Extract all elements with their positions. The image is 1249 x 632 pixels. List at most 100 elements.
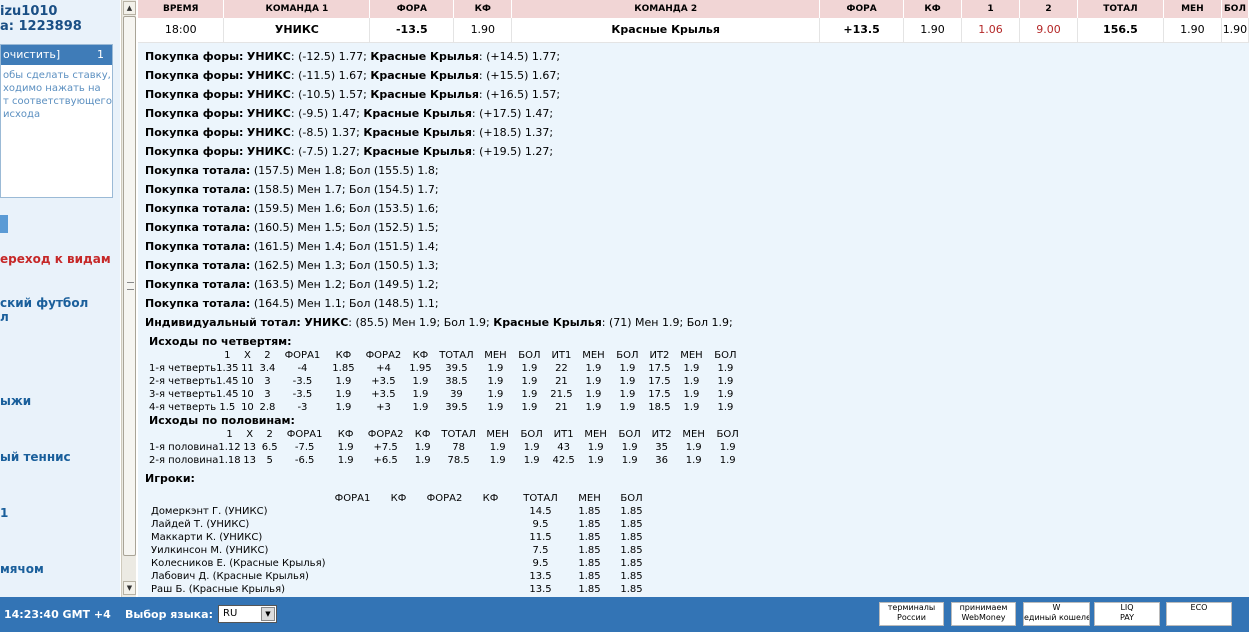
total-line[interactable]: Покупка тотала: (161.5) Мен 1.4; Бол (15… <box>145 237 1249 256</box>
coupon-submit-button[interactable] <box>0 215 8 233</box>
grid-cell[interactable]: 1.9 <box>515 454 549 467</box>
grid-cell[interactable]: 35 <box>647 441 677 454</box>
grid-cell[interactable]: -3.5 <box>278 375 326 388</box>
sidebar-link[interactable]: л <box>0 310 9 324</box>
grid-cell[interactable]: 1.9 <box>674 401 708 414</box>
grid-cell[interactable]: 1.9 <box>326 388 360 401</box>
grid-cell[interactable]: 1.85 <box>608 583 656 596</box>
grid-cell[interactable]: 1.9 <box>409 441 437 454</box>
grid-cell[interactable]: 1.9 <box>674 375 708 388</box>
sidebar-link[interactable]: 1 <box>0 506 8 520</box>
grid-cell[interactable] <box>418 531 472 544</box>
total-line[interactable]: Покупка тотала: (157.5) Мен 1.8; Бол (15… <box>145 161 1249 180</box>
match-cell[interactable]: 1.90 <box>1221 18 1249 43</box>
grid-cell[interactable]: 1.5 <box>216 401 238 414</box>
grid-cell[interactable]: 39.5 <box>434 401 478 414</box>
wallet-logo[interactable]: Wединый кошелек <box>1023 602 1090 626</box>
grid-cell[interactable]: 1.9 <box>478 388 512 401</box>
grid-cell[interactable]: 1.9 <box>613 454 647 467</box>
grid-cell[interactable]: 1.9 <box>478 401 512 414</box>
grid-cell[interactable]: 1.9 <box>406 375 434 388</box>
grid-cell[interactable]: 1.45 <box>216 375 238 388</box>
grid-cell[interactable] <box>380 557 418 570</box>
grid-cell[interactable]: 1.9 <box>610 375 644 388</box>
grid-cell[interactable]: 1.9 <box>326 401 360 414</box>
total-line[interactable]: Покупка тотала: (160.5) Мен 1.5; Бол (15… <box>145 218 1249 237</box>
grid-cell[interactable] <box>326 518 380 531</box>
match-cell[interactable]: 9.00 <box>1019 18 1078 43</box>
grid-cell[interactable]: 1.35 <box>216 362 238 375</box>
grid-cell[interactable]: 1.9 <box>677 454 711 467</box>
grid-cell[interactable]: 1.9 <box>478 375 512 388</box>
grid-cell[interactable] <box>418 557 472 570</box>
total-line[interactable]: Покупка тотала: (162.5) Мен 1.3; Бол (15… <box>145 256 1249 275</box>
grid-cell[interactable]: 21 <box>546 375 576 388</box>
sidebar-link[interactable]: ыжи <box>0 394 31 408</box>
grid-cell[interactable]: 11.5 <box>510 531 572 544</box>
grid-cell[interactable]: 1.9 <box>512 401 546 414</box>
grid-cell[interactable] <box>472 583 510 596</box>
grid-cell[interactable]: 13 <box>241 454 259 467</box>
grid-cell[interactable]: 3 <box>256 375 278 388</box>
grid-cell[interactable]: 13 <box>241 441 259 454</box>
grid-cell[interactable]: +3 <box>360 401 406 414</box>
grid-cell[interactable] <box>326 570 380 583</box>
match-cell[interactable]: +13.5 <box>819 18 905 43</box>
grid-cell[interactable]: 11 <box>238 362 256 375</box>
grid-cell[interactable]: 1.9 <box>478 362 512 375</box>
grid-cell[interactable] <box>418 518 472 531</box>
grid-cell[interactable]: 1.9 <box>576 388 610 401</box>
grid-cell[interactable]: 1.85 <box>608 505 656 518</box>
grid-cell[interactable]: 10 <box>238 375 256 388</box>
grid-cell[interactable]: 1.9 <box>515 441 549 454</box>
grid-cell[interactable]: 2.8 <box>256 401 278 414</box>
grid-cell[interactable]: 1.45 <box>216 388 238 401</box>
grid-cell[interactable]: 1.9 <box>512 375 546 388</box>
grid-cell[interactable]: 3.4 <box>256 362 278 375</box>
grid-cell[interactable]: 1.9 <box>610 388 644 401</box>
grid-cell[interactable]: 17.5 <box>644 375 674 388</box>
grid-cell[interactable] <box>326 505 380 518</box>
grid-cell[interactable]: 78 <box>437 441 481 454</box>
grid-cell[interactable] <box>418 544 472 557</box>
grid-cell[interactable]: 43 <box>549 441 579 454</box>
grid-cell[interactable]: 1.9 <box>708 375 742 388</box>
grid-cell[interactable]: 1.9 <box>579 441 613 454</box>
grid-cell[interactable]: 1.9 <box>329 441 363 454</box>
grid-cell[interactable]: 13.5 <box>510 583 572 596</box>
handicap-line[interactable]: Покупка форы: УНИКС: (-7.5) 1.27; Красны… <box>145 142 1249 161</box>
grid-cell[interactable]: 1.9 <box>708 401 742 414</box>
grid-cell[interactable]: 7.5 <box>510 544 572 557</box>
liqpay-logo[interactable]: LIQ PAY <box>1094 602 1160 626</box>
grid-cell[interactable]: 1.85 <box>608 544 656 557</box>
handicap-line[interactable]: Покупка форы: УНИКС: (-11.5) 1.67; Красн… <box>145 66 1249 85</box>
handicap-line[interactable]: Покупка форы: УНИКС: (-10.5) 1.57; Красн… <box>145 85 1249 104</box>
scroll-thumb[interactable] <box>123 16 136 556</box>
total-line[interactable]: Покупка тотала: (164.5) Мен 1.1; Бол (14… <box>145 294 1249 313</box>
grid-cell[interactable]: 1.9 <box>512 362 546 375</box>
handicap-line[interactable]: Покупка форы: УНИКС: (-12.5) 1.77; Красн… <box>145 47 1249 66</box>
grid-cell[interactable]: 1.9 <box>409 454 437 467</box>
grid-cell[interactable]: 1.85 <box>572 531 608 544</box>
grid-cell[interactable]: 1.85 <box>572 544 608 557</box>
eco-logo[interactable]: ECO <box>1166 602 1232 626</box>
chevron-down-icon[interactable]: ▼ <box>261 607 275 621</box>
grid-cell[interactable] <box>418 583 472 596</box>
match-cell[interactable]: 1.90 <box>1163 18 1222 43</box>
grid-cell[interactable]: 38.5 <box>434 375 478 388</box>
grid-cell[interactable]: 36 <box>647 454 677 467</box>
grid-cell[interactable]: 1.9 <box>610 401 644 414</box>
grid-cell[interactable]: 1.85 <box>572 518 608 531</box>
grid-cell[interactable]: 1.9 <box>708 388 742 401</box>
grid-cell[interactable]: 1.9 <box>708 362 742 375</box>
grid-cell[interactable]: 1.85 <box>572 570 608 583</box>
grid-cell[interactable]: 1.9 <box>711 441 745 454</box>
total-line[interactable]: Покупка тотала: (158.5) Мен 1.7; Бол (15… <box>145 180 1249 199</box>
grid-cell[interactable] <box>326 544 380 557</box>
grid-cell[interactable]: 1.85 <box>608 518 656 531</box>
match-cell[interactable]: Красные Крылья <box>511 18 821 43</box>
grid-cell[interactable]: 5 <box>259 454 281 467</box>
grid-cell[interactable]: 1.85 <box>608 531 656 544</box>
sidebar-link[interactable]: ый теннис <box>0 450 71 464</box>
grid-cell[interactable]: 1.9 <box>326 375 360 388</box>
